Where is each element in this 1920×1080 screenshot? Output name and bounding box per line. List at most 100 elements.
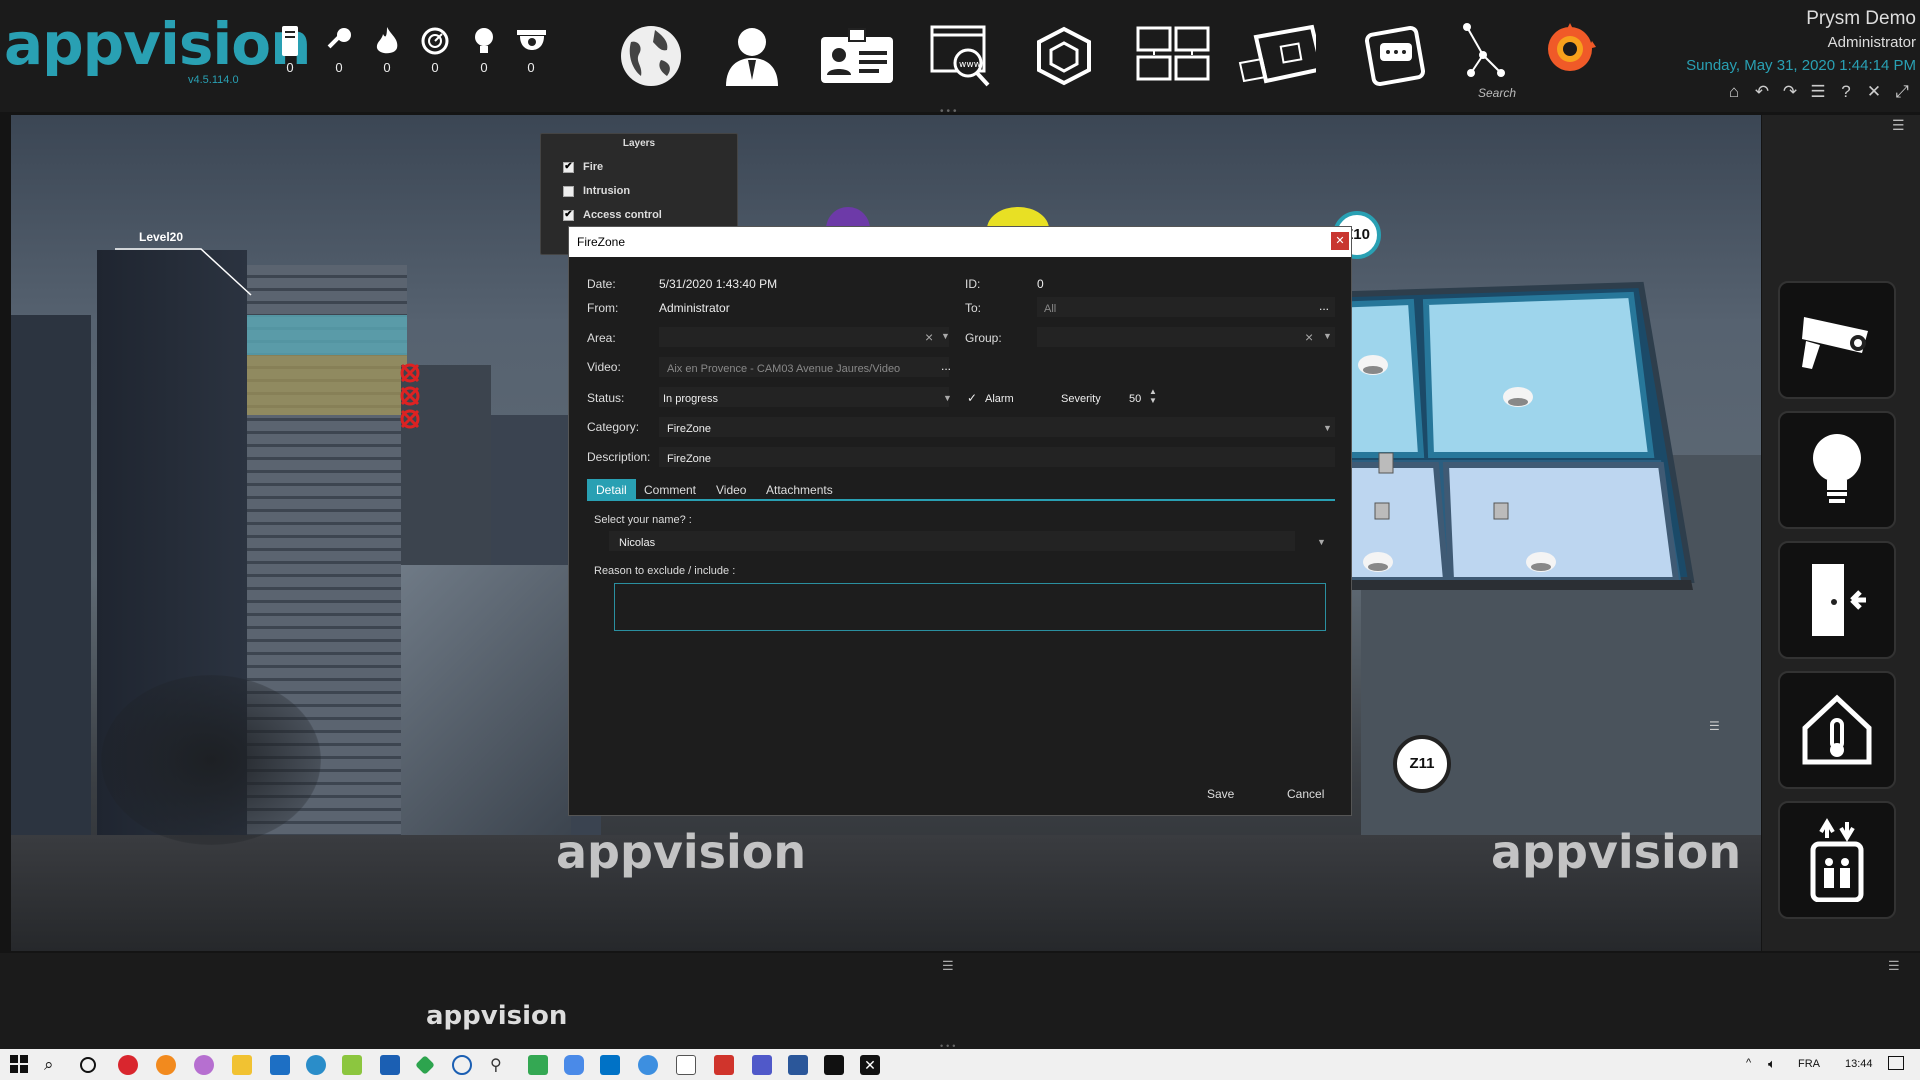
globe-icon[interactable] [611, 18, 691, 94]
layer-fire[interactable]: ✔ Fire [541, 155, 737, 179]
tools-icon[interactable]: ✕ [1864, 82, 1884, 102]
access-panel-button[interactable] [1778, 541, 1896, 659]
description-field[interactable] [659, 447, 1335, 467]
cancel-button[interactable]: Cancel [1287, 787, 1324, 801]
back-icon[interactable]: ↶ [1752, 82, 1772, 102]
camera-counter[interactable]: 0 [514, 24, 548, 75]
word-icon[interactable] [788, 1055, 808, 1075]
notepad-icon[interactable] [676, 1055, 696, 1075]
video-browse-button[interactable]: ... [941, 359, 951, 373]
forward-icon[interactable]: ↷ [1780, 82, 1800, 102]
help-icon[interactable]: ? [1836, 82, 1856, 102]
category-value: FireZone [667, 423, 712, 435]
app-icon[interactable] [824, 1055, 844, 1075]
volume-icon[interactable]: 🔈︎ [1768, 1056, 1776, 1072]
app-icon[interactable] [342, 1055, 362, 1075]
3d-plan-icon[interactable] [1236, 18, 1316, 94]
firefox-icon[interactable] [156, 1055, 176, 1075]
group-select[interactable] [1037, 327, 1335, 347]
user-icon[interactable] [712, 18, 792, 94]
checkbox-checked[interactable]: ✔ [563, 161, 574, 173]
fire-detector-markers[interactable] [397, 363, 423, 436]
floor-plan[interactable] [1311, 280, 1701, 710]
input-language[interactable]: FRA [1798, 1058, 1820, 1070]
area-clear-icon[interactable]: × [925, 329, 933, 345]
tab-comment[interactable]: Comment [635, 479, 705, 499]
teams-icon[interactable] [752, 1055, 772, 1075]
drag-handle-icon[interactable]: ☰ [1888, 958, 1900, 974]
alarm-checkbox[interactable]: ✓ [967, 391, 977, 405]
home-icon[interactable]: ⌂ [1724, 82, 1744, 102]
layer-intrusion[interactable]: Intrusion [541, 179, 737, 203]
checkbox-checked[interactable]: ✔ [563, 209, 574, 221]
gauge-counter[interactable]: 0 [418, 24, 452, 75]
save-button[interactable]: Save [1207, 787, 1234, 801]
tray-chevron-icon[interactable]: ^ [1746, 1057, 1751, 1069]
lighting-panel-button[interactable] [1778, 411, 1896, 529]
group-clear-icon[interactable]: × [1305, 329, 1313, 345]
chevron-down-icon[interactable]: ▼ [1317, 537, 1326, 547]
app-icon[interactable] [194, 1055, 214, 1075]
app-icon[interactable] [528, 1055, 548, 1075]
camera-panel-button[interactable] [1778, 281, 1896, 399]
tab-attachments[interactable]: Attachments [757, 479, 842, 499]
app-icon[interactable] [564, 1055, 584, 1075]
web-search-icon[interactable]: www [923, 18, 1003, 94]
notifications-icon[interactable] [1888, 1056, 1904, 1070]
level-label[interactable]: Level20 [139, 230, 183, 244]
severity-stepper[interactable]: ▲ ▼ [1149, 387, 1157, 405]
to-field[interactable] [1037, 297, 1335, 317]
chevron-down-icon[interactable]: ▼ [941, 331, 950, 341]
chevron-down-icon[interactable]: ▼ [943, 393, 952, 403]
hvac-panel-button[interactable] [1778, 671, 1896, 789]
zone-badge-z11[interactable]: Z11 [1393, 735, 1451, 793]
panel-handle-icon[interactable]: ☰ [1709, 719, 1723, 733]
app-icon[interactable] [306, 1055, 326, 1075]
tab-video[interactable]: Video [707, 479, 755, 499]
alarm-list-icon[interactable]: ☰ [1808, 82, 1828, 102]
outlook-icon[interactable] [600, 1055, 620, 1075]
elevator-panel-button[interactable] [1778, 801, 1896, 919]
chat-window-icon[interactable] [1355, 18, 1435, 94]
key-counter[interactable]: 0 [322, 24, 356, 75]
area-select[interactable] [659, 327, 949, 347]
badge-card-icon[interactable] [817, 18, 897, 94]
start-icon[interactable] [10, 1055, 30, 1075]
current-datetime: Sunday, May 31, 2020 1:44:14 PM [1686, 57, 1916, 74]
acrobat-icon[interactable] [714, 1055, 734, 1075]
close-button[interactable]: ✕ [1331, 232, 1349, 250]
app-icon[interactable] [638, 1055, 658, 1075]
grafana-icon[interactable] [1530, 14, 1610, 84]
drag-handle-icon[interactable]: ☰ [942, 958, 954, 974]
app-icon[interactable] [270, 1055, 290, 1075]
graph-search-icon[interactable] [1444, 20, 1524, 80]
fullscreen-icon[interactable]: ⤢ [1892, 82, 1912, 102]
cube-icon[interactable] [1024, 18, 1104, 94]
app-icon[interactable]: ⚲ [490, 1055, 510, 1075]
name-select[interactable] [609, 531, 1295, 551]
appvision-taskbar-icon[interactable]: ✕ [860, 1055, 880, 1075]
fire-counter[interactable]: 0 [370, 24, 404, 75]
opera-icon[interactable] [118, 1055, 138, 1075]
monitors-grid-icon[interactable] [1133, 18, 1213, 94]
to-browse-button[interactable]: ... [1319, 299, 1329, 313]
app-icon[interactable] [380, 1055, 400, 1075]
chevron-down-icon[interactable]: ▼ [1323, 423, 1332, 433]
tab-detail[interactable]: Detail [587, 479, 636, 499]
severity-value[interactable]: 50 [1129, 393, 1141, 405]
chevron-down-icon[interactable]: ▼ [1323, 331, 1332, 341]
layer-access-control[interactable]: ✔ Access control [541, 203, 737, 227]
app-icon[interactable] [452, 1055, 472, 1075]
checkbox-unchecked[interactable] [563, 185, 574, 197]
server-counter[interactable]: 0 [273, 24, 307, 75]
reason-input[interactable] [614, 583, 1326, 631]
taskbar-clock[interactable]: 13:44 [1845, 1058, 1873, 1070]
category-select[interactable] [659, 417, 1335, 437]
panel-menu-icon[interactable]: ☰ [1892, 117, 1905, 134]
file-explorer-icon[interactable] [232, 1055, 252, 1075]
dialog-titlebar[interactable]: FireZone ✕ [569, 227, 1351, 257]
search-icon[interactable]: ⌕ [44, 1055, 64, 1075]
cortana-icon[interactable] [80, 1057, 96, 1073]
app-icon[interactable] [415, 1055, 435, 1075]
light-counter[interactable]: 0 [467, 24, 501, 75]
